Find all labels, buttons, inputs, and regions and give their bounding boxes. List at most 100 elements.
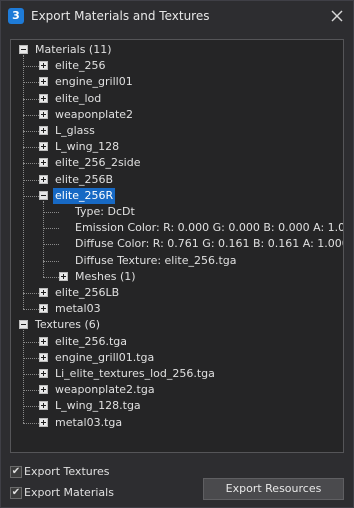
expand-icon[interactable] — [39, 304, 48, 314]
close-button[interactable] — [327, 6, 347, 26]
tree-row[interactable]: engine_grill01.tga — [11, 350, 343, 366]
collapse-icon[interactable] — [19, 45, 28, 54]
tree-row[interactable]: Type: DcDt — [11, 204, 343, 220]
tree-row[interactable]: elite_lod — [11, 91, 343, 107]
material-item-label[interactable]: elite_256LB — [53, 285, 121, 301]
texture-item-label[interactable]: L_wing_128.tga — [53, 398, 143, 414]
check-icon: ✔ — [11, 466, 21, 477]
material-item-label[interactable]: weaponplate2 — [53, 107, 135, 123]
window-title: Export Materials and Textures — [31, 9, 210, 23]
material-item-label[interactable]: elite_lod — [53, 91, 103, 107]
expand-icon[interactable] — [39, 401, 48, 411]
close-icon — [331, 10, 343, 22]
material-item-label[interactable]: engine_grill01 — [53, 74, 135, 90]
material-item-label[interactable]: metal03 — [53, 301, 103, 317]
material-item-label[interactable]: elite_256_2side — [53, 155, 143, 171]
tree-row[interactable]: Li_elite_textures_lod_256.tga — [11, 366, 343, 382]
tree-row[interactable]: metal03.tga — [11, 415, 343, 431]
tree-row[interactable]: elite_256_2side — [11, 155, 343, 171]
material-item-label[interactable]: L_glass — [53, 123, 97, 139]
tree-row[interactable]: L_wing_128.tga — [11, 398, 343, 414]
title-bar[interactable]: 3 Export Materials and Textures — [1, 1, 353, 31]
material-property-label[interactable]: Emission Color: R: 0.000 G: 0.000 B: 0.0… — [73, 220, 343, 236]
tree-row[interactable]: metal03 — [11, 301, 343, 317]
tree-connector — [23, 131, 39, 132]
material-item-label[interactable]: elite_256B — [53, 172, 115, 188]
expand-icon[interactable] — [39, 385, 48, 395]
export-textures-checkbox[interactable]: ✔ — [10, 466, 22, 478]
collapse-icon[interactable] — [39, 190, 48, 200]
tree-connector — [43, 276, 59, 278]
tree-row[interactable]: Diffuse Color: R: 0.761 G: 0.161 B: 0.16… — [11, 236, 343, 252]
tree-row[interactable]: elite_256 — [11, 58, 343, 74]
texture-item-label[interactable]: metal03.tga — [53, 415, 124, 431]
app-logo-icon: 3 — [8, 8, 24, 24]
tree-connector — [23, 82, 39, 84]
expand-icon[interactable] — [39, 352, 48, 362]
tree-connector — [43, 260, 59, 262]
tree-connector — [23, 147, 39, 149]
export-dialog: 3 Export Materials and Textures Material… — [0, 0, 354, 508]
expand-icon[interactable] — [39, 288, 48, 297]
tree-connector — [23, 98, 39, 100]
expand-icon[interactable] — [39, 61, 48, 71]
material-property-label[interactable]: Type: DcDt — [73, 204, 137, 220]
tree-row[interactable]: weaponplate2.tga — [11, 382, 343, 398]
meshes-node-label[interactable]: Meshes (1) — [73, 269, 138, 285]
expand-icon[interactable] — [39, 109, 48, 119]
expand-icon[interactable] — [39, 336, 48, 346]
tree-connector — [23, 390, 39, 392]
export-textures-label: Export Textures — [24, 465, 110, 478]
tree-row[interactable]: elite_256R — [11, 187, 343, 204]
textures-root-label[interactable]: Textures (6) — [33, 317, 102, 333]
materials-root-label[interactable]: Materials (11) — [33, 42, 114, 58]
expand-icon[interactable] — [39, 174, 48, 184]
texture-item-label[interactable]: Li_elite_textures_lod_256.tga — [53, 366, 217, 382]
tree-row[interactable]: Materials (11) — [11, 42, 343, 58]
tree-connector — [23, 163, 39, 165]
tree-row[interactable]: Textures (6) — [11, 317, 343, 333]
tree-connector — [23, 66, 39, 68]
tree-row[interactable]: elite_256LB — [11, 285, 343, 301]
tree-connector — [23, 406, 39, 408]
tree-row[interactable]: weaponplate2 — [11, 107, 343, 123]
tree-row[interactable]: Meshes (1) — [11, 269, 343, 285]
resource-tree-panel[interactable]: Materials (11) elite_256 engine_grill01 eli… — [10, 39, 344, 453]
tree-connector — [23, 195, 39, 197]
material-property-label[interactable]: Diffuse Color: R: 0.761 G: 0.161 B: 0.16… — [73, 236, 343, 252]
texture-item-label[interactable]: weaponplate2.tga — [53, 382, 157, 398]
tree-row[interactable]: elite_256B — [11, 172, 343, 188]
texture-item-label[interactable]: engine_grill01.tga — [53, 350, 156, 366]
texture-item-label[interactable]: elite_256.tga — [53, 334, 129, 350]
tree-connector — [23, 55, 24, 310]
tree-connector — [23, 374, 39, 375]
tree-connector — [23, 114, 39, 116]
tree-row[interactable]: engine_grill01 — [11, 74, 343, 90]
material-property-label[interactable]: Diffuse Texture: elite_256.tga — [73, 253, 239, 269]
expand-icon[interactable] — [39, 417, 48, 427]
export-materials-label: Export Materials — [24, 486, 114, 499]
check-icon: ✔ — [11, 487, 21, 498]
tree-row[interactable]: elite_256.tga — [11, 334, 343, 350]
material-item-label[interactable]: L_wing_128 — [53, 139, 121, 155]
tree-row[interactable]: L_glass — [11, 123, 343, 139]
material-item-selected-label[interactable]: elite_256R — [53, 187, 116, 204]
tree-connector — [43, 244, 59, 246]
tree-connector — [43, 228, 59, 230]
tree-row[interactable]: Emission Color: R: 0.000 G: 0.000 B: 0.0… — [11, 220, 343, 236]
expand-icon[interactable] — [59, 271, 68, 281]
expand-icon[interactable] — [39, 93, 48, 103]
material-item-label[interactable]: elite_256 — [53, 58, 107, 74]
expand-icon[interactable] — [39, 158, 48, 168]
expand-icon[interactable] — [39, 369, 48, 378]
tree-row[interactable]: Diffuse Texture: elite_256.tga — [11, 253, 343, 269]
export-resources-button[interactable]: Export Resources — [203, 478, 344, 500]
collapse-icon[interactable] — [19, 320, 28, 330]
expand-icon[interactable] — [39, 142, 48, 152]
expand-icon[interactable] — [39, 126, 48, 135]
export-materials-checkbox[interactable]: ✔ — [10, 487, 22, 499]
tree-row[interactable]: L_wing_128 — [11, 139, 343, 155]
tree-connector — [23, 179, 39, 181]
tree-connector — [23, 422, 39, 424]
expand-icon[interactable] — [39, 77, 48, 87]
